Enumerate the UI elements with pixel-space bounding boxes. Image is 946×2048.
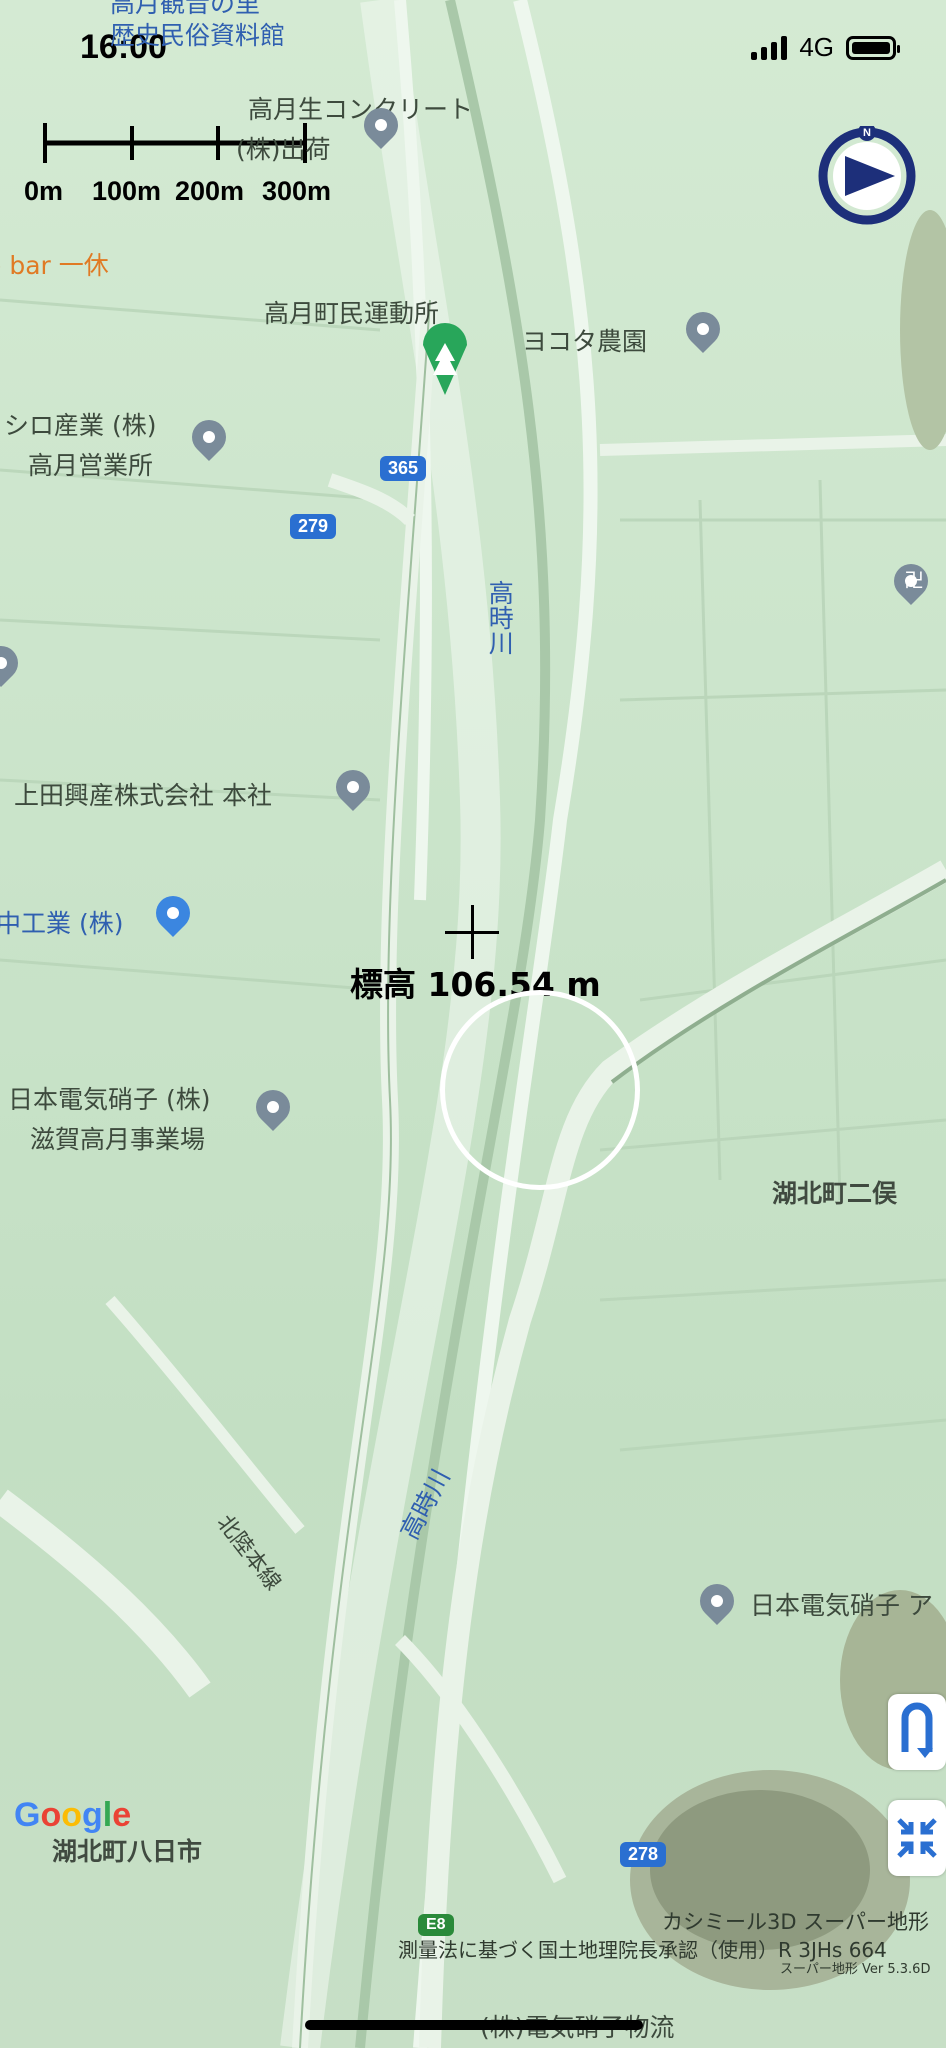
- scale-label-200: 200m: [175, 176, 245, 206]
- place-ground: 高月町民運動所: [264, 299, 440, 328]
- signal-icon: [751, 35, 788, 60]
- scale-label-100: 100m: [92, 176, 162, 206]
- scale-label-300: 300m: [262, 176, 332, 206]
- route-badge-279: 279: [290, 514, 337, 539]
- credit-line1: カシミール3D スーパー地形: [662, 1910, 929, 1934]
- place-neg-line1: 日本電気硝子 (株): [8, 1085, 211, 1114]
- credit-line3: スーパー地形 Ver 5.3.6D: [780, 1962, 931, 1977]
- route-badge-278: 278: [620, 1842, 667, 1867]
- shrink-icon: [897, 1818, 937, 1858]
- scale-label-0: 0m: [24, 176, 64, 206]
- place-neg-line2: 滋賀高月事業場: [30, 1125, 206, 1154]
- place-yokota: ヨコタ農園: [522, 327, 648, 356]
- place-concrete-line1: 高月生コンクリート: [248, 95, 474, 124]
- place-concrete-line2: (株)出荷: [236, 135, 331, 164]
- place-shiro-line1: シロ産業 (株): [4, 411, 157, 440]
- place-museum-line2: 歴史民俗資料館: [110, 21, 286, 50]
- route-badge-365: 365: [380, 456, 427, 481]
- network-type: 4G: [799, 32, 834, 62]
- place-bar: e bar 一休: [0, 251, 109, 280]
- place-neg-right: 日本電気硝子 ア: [750, 1591, 933, 1620]
- compass-icon[interactable]: N: [817, 126, 917, 226]
- location-ring: [440, 990, 640, 1190]
- temple-icon: 卍: [904, 568, 924, 592]
- place-museum-line1: 高月観音の里: [110, 0, 261, 18]
- status-indicators: 4G: [751, 32, 900, 63]
- home-indicator[interactable]: [305, 2020, 643, 2030]
- svg-text:N: N: [863, 127, 871, 139]
- place-ueda: 上田興産株式会社 本社: [14, 781, 272, 810]
- place-kohoku-yokaichi: 湖北町八日市: [52, 1837, 203, 1866]
- river-label-takatoki: 高時川: [485, 580, 515, 655]
- place-naka: 中工業 (株): [0, 909, 124, 938]
- u-turn-icon: [901, 1702, 933, 1758]
- place-kohoku-futamata: 湖北町二俣: [772, 1179, 898, 1208]
- crosshair-icon: [445, 905, 499, 959]
- fullscreen-button[interactable]: [888, 1800, 946, 1876]
- place-shiro-line2: 高月営業所: [28, 451, 154, 480]
- route-badge-e8: E8: [418, 1914, 454, 1936]
- google-logo: Google: [14, 1796, 132, 1834]
- map-canvas[interactable]: 16:00 4G 0m 100m 200m 300m N 高月観音の里 歴史民俗…: [0, 0, 946, 2048]
- battery-icon: [846, 35, 900, 60]
- u-turn-button[interactable]: [888, 1694, 946, 1770]
